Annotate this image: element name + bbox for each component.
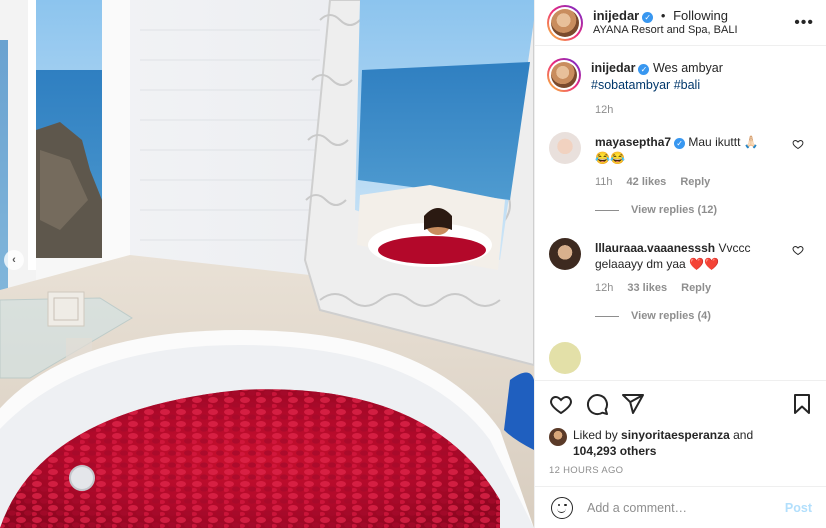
caption-username[interactable]: inijedar: [591, 61, 635, 75]
liker-avatar[interactable]: [549, 428, 567, 446]
emoji-icon[interactable]: [551, 496, 573, 519]
commenter-avatar[interactable]: [549, 238, 581, 270]
reply-button[interactable]: Reply: [680, 176, 710, 188]
comment-text: Mau ikuttt 🙏🏻: [688, 135, 759, 149]
commenter-avatar[interactable]: [549, 342, 581, 374]
liked-by-and: and: [733, 428, 754, 442]
caption-text: Wes ambyar: [652, 61, 723, 75]
comment-likes-link[interactable]: 42 likes: [627, 176, 667, 188]
comment-emoji: ❤️❤️: [689, 257, 719, 271]
commenter-username[interactable]: mayaseptha7: [595, 135, 671, 149]
like-comment-heart-icon[interactable]: [792, 138, 804, 150]
reply-button[interactable]: Reply: [681, 282, 711, 294]
comment-time: 12h: [595, 282, 614, 294]
add-comment-input[interactable]: [587, 500, 785, 515]
hashtag-link[interactable]: #bali: [674, 78, 700, 92]
post-caption: inijedar ✓ Wes ambyar #sobatambyar #bali: [547, 58, 812, 94]
following-button[interactable]: Following: [673, 8, 728, 23]
hashtag-link[interactable]: #sobatambyar: [591, 78, 670, 92]
post-header: inijedar ✓ • Following AYANA Resort and S…: [535, 0, 826, 46]
previous-photo-button[interactable]: ‹: [4, 250, 24, 270]
like-comment-heart-icon[interactable]: [792, 244, 804, 256]
like-heart-icon[interactable]: [549, 392, 573, 416]
save-bookmark-icon[interactable]: [790, 392, 814, 416]
divider-line: [595, 315, 619, 317]
post-timestamp[interactable]: 12 HOURS AGO: [549, 465, 814, 476]
comment-meta: 11h 42 likes Reply: [595, 176, 812, 188]
caption-time: 12h: [595, 104, 614, 116]
add-comment-bar: Post: [535, 486, 826, 528]
post-comment-button[interactable]: Post: [785, 501, 812, 515]
author-avatar[interactable]: [547, 4, 583, 41]
comment-item-partial: [547, 342, 812, 374]
verified-badge-icon: ✓: [642, 11, 654, 23]
others-count-link[interactable]: 104,293 others: [573, 444, 656, 458]
comment-emoji: 😂😂: [595, 151, 625, 165]
post-actions: Liked by sinyoritaesperanza and 104,293 …: [535, 380, 826, 476]
share-paper-plane-icon[interactable]: [621, 392, 645, 416]
verified-badge-icon: ✓: [638, 64, 650, 75]
liked-by-prefix: Liked by: [573, 428, 618, 442]
likes-summary: Liked by sinyoritaesperanza and 104,293 …: [549, 427, 814, 459]
chevron-left-icon: ‹: [12, 254, 16, 266]
bathtub-scene-image: [0, 0, 534, 528]
more-options-icon[interactable]: •••: [794, 14, 814, 32]
verified-badge-icon: ✓: [674, 138, 686, 149]
divider-line: [595, 209, 619, 211]
post-side-panel: inijedar ✓ • Following AYANA Resort and S…: [534, 0, 826, 528]
comment-meta: 12h 33 likes Reply: [595, 282, 812, 294]
liker-username[interactable]: sinyoritaesperanza: [621, 428, 730, 442]
view-replies-label: View replies (12): [631, 204, 718, 216]
post-location[interactable]: AYANA Resort and Spa, BALI: [593, 23, 794, 38]
instagram-post: ‹ inijedar ✓ • Following AYANA Resort and…: [0, 0, 826, 528]
comment-likes-link[interactable]: 33 likes: [627, 282, 667, 294]
view-replies-label: View replies (4): [631, 310, 711, 322]
commenter-avatar[interactable]: [549, 132, 581, 164]
view-replies-button[interactable]: View replies (12): [595, 204, 812, 216]
caption-avatar-image: [551, 62, 577, 88]
caption-avatar[interactable]: [547, 58, 581, 92]
view-replies-button[interactable]: View replies (4): [595, 310, 812, 322]
comments-list[interactable]: inijedar ✓ Wes ambyar #sobatambyar #bali …: [535, 58, 826, 378]
post-photo[interactable]: ‹: [0, 0, 534, 528]
author-avatar-image: [551, 8, 579, 37]
comment-bubble-icon[interactable]: [585, 392, 609, 416]
comment-item: mayaseptha7 ✓ Mau ikuttt 🙏🏻 😂😂: [547, 132, 812, 166]
separator-dot: •: [660, 7, 666, 23]
commenter-username[interactable]: lllauraaa.vaaanesssh: [595, 241, 715, 255]
author-username[interactable]: inijedar: [593, 8, 639, 23]
comment-time: 11h: [595, 176, 613, 188]
comment-item: lllauraaa.vaaanesssh Vvccc gelaaayy dm y…: [547, 238, 812, 272]
